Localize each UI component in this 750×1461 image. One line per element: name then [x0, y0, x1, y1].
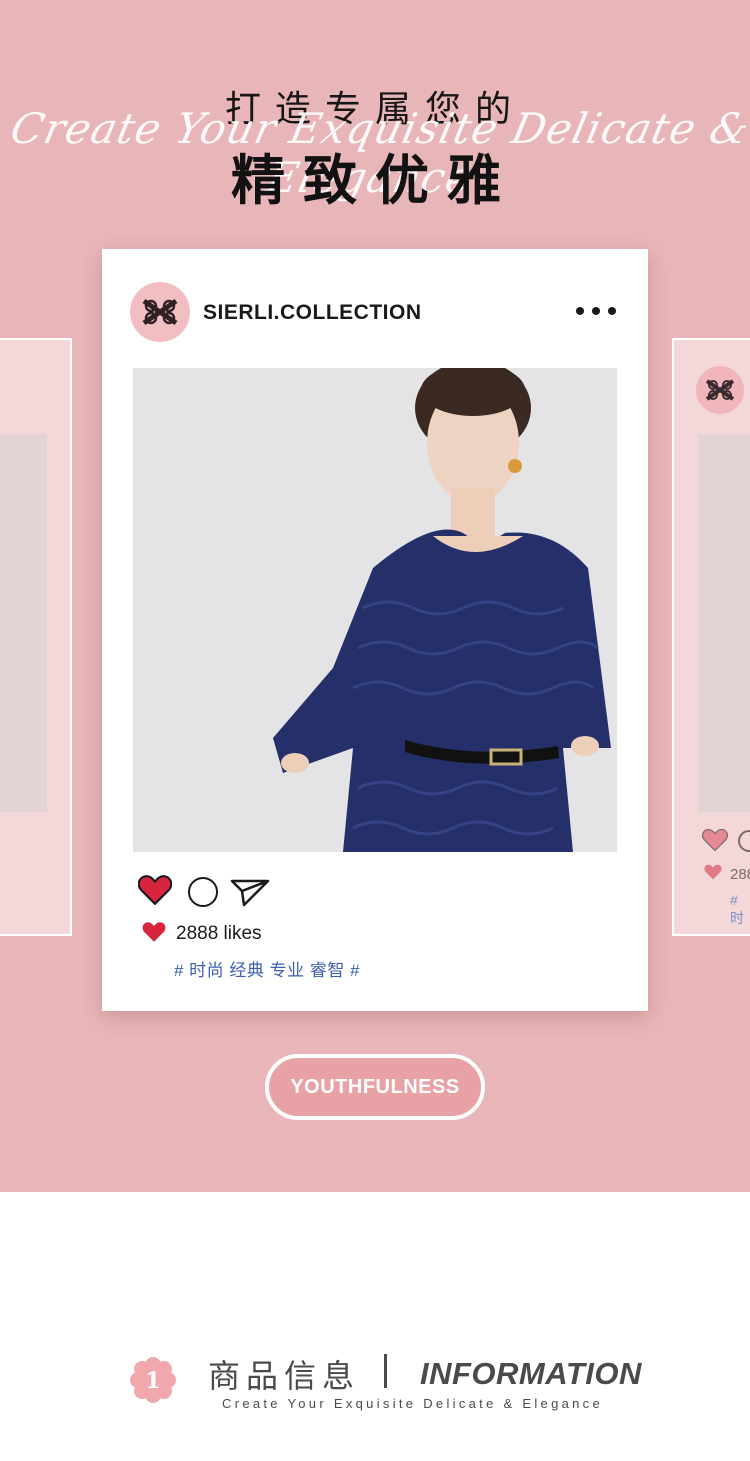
- flower-number-icon: 1: [130, 1357, 176, 1408]
- heart-icon[interactable]: [702, 828, 728, 857]
- side-card-right-photo: [698, 434, 750, 812]
- info-number: 1: [145, 1368, 160, 1394]
- post-actions: [137, 875, 338, 912]
- post-card: SIERLI.COLLECTION 2888 likes # 时尚 经典 专业 …: [102, 249, 648, 1011]
- info-subtitle: Create Your Exquisite Delicate & Eleganc…: [222, 1396, 604, 1411]
- brand-logo-icon: [696, 366, 744, 414]
- headline-main: 精致优雅: [231, 149, 519, 212]
- likes-count[interactable]: 2888 likes: [176, 923, 262, 945]
- comment-icon[interactable]: [738, 830, 750, 852]
- side-card-left-photo: [0, 434, 47, 812]
- info-title-en: INFORMATION: [420, 1356, 642, 1391]
- post-photo: [133, 368, 617, 852]
- model-photo-icon: [133, 368, 617, 852]
- youthfulness-button[interactable]: YOUTHFULNESS: [265, 1054, 485, 1120]
- heart-icon: [142, 921, 166, 948]
- side-card-right[interactable]: 288 # 时: [672, 338, 750, 936]
- account-name[interactable]: SIERLI.COLLECTION: [203, 301, 422, 325]
- side-card-hashtags[interactable]: # 时: [730, 892, 750, 928]
- side-card-likes: 288: [730, 866, 750, 883]
- comment-icon[interactable]: [188, 877, 218, 907]
- heart-icon[interactable]: [137, 875, 173, 910]
- hero-section: 打造专属您的 Create Your Exquisite Delicate & …: [0, 0, 750, 1192]
- heart-icon: [704, 864, 722, 885]
- hashtags[interactable]: # 时尚 经典 专业 睿智 #: [174, 956, 360, 981]
- info-title-cn: 商品信息: [208, 1357, 361, 1395]
- brand-logo-icon[interactable]: [130, 282, 190, 342]
- youthfulness-label: YOUTHFULNESS: [273, 1061, 477, 1113]
- send-icon[interactable]: [230, 877, 270, 912]
- more-options-icon[interactable]: [576, 299, 616, 323]
- info-divider: [384, 1354, 387, 1388]
- side-card-left[interactable]: [0, 338, 72, 936]
